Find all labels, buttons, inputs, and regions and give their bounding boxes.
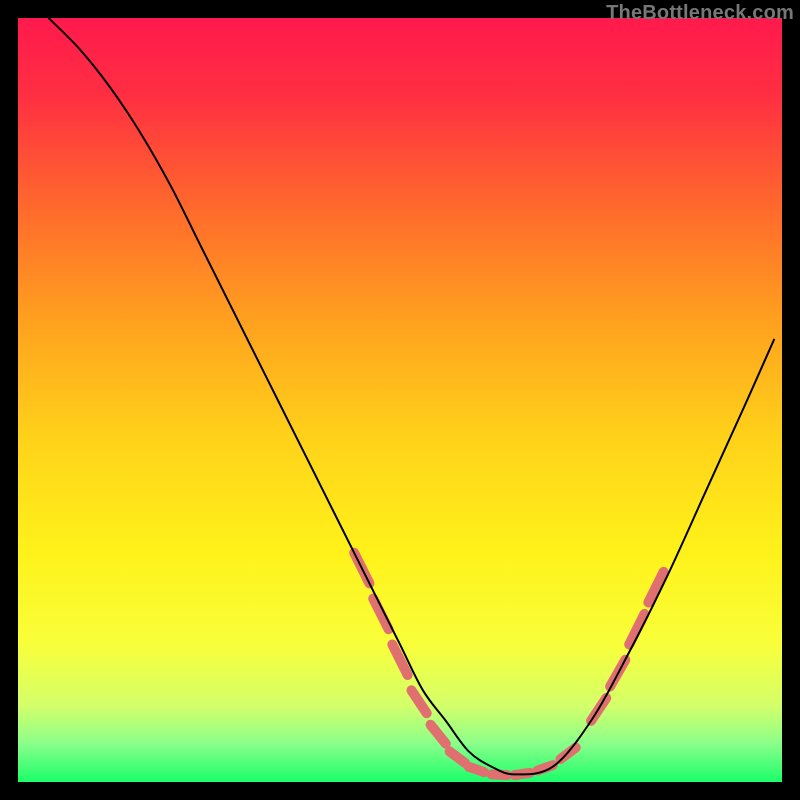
marker-dash — [469, 767, 484, 772]
chart-svg — [18, 18, 782, 782]
chart-container: TheBottleneck.com — [0, 0, 800, 800]
marker-dash — [492, 774, 507, 775]
watermark-text: TheBottleneck.com — [606, 2, 794, 25]
